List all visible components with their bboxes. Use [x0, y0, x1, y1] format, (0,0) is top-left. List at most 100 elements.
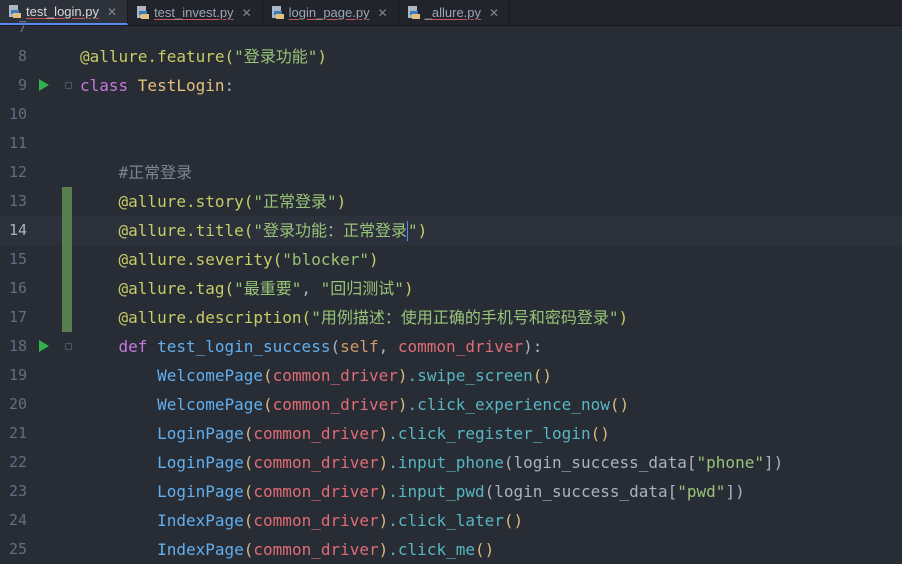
code-text: WelcomePage(common_driver).swipe_screen(…: [80, 361, 552, 390]
code-token: (login_success_data[: [503, 453, 697, 472]
code-token: .click_later: [388, 511, 504, 530]
code-token: ): [397, 366, 408, 385]
line-number: 21: [8, 424, 27, 442]
code-token: (: [243, 453, 254, 472]
line-number: 17: [8, 308, 27, 326]
code-token: @allure.title(: [80, 221, 254, 240]
code-line[interactable]: 14 @allure.title("登录功能：正常登录"): [0, 216, 902, 245]
code-line[interactable]: 13 @allure.story("正常登录"): [0, 187, 902, 216]
code-line[interactable]: 12 #正常登录: [0, 158, 902, 187]
code-token: "登录功能": [234, 47, 318, 66]
line-number: 10: [8, 105, 27, 123]
code-token: "正常登录": [253, 192, 337, 211]
code-editor[interactable]: 7 8 @allure.feature("登录功能") 9 class TestLogi…: [0, 18, 902, 564]
line-number: 16: [8, 279, 27, 297]
code-token: "最重要": [234, 279, 302, 298]
code-token: ]): [763, 453, 784, 472]
code-text: WelcomePage(common_driver).click_experie…: [80, 390, 629, 419]
code-line[interactable]: 22 LoginPage(common_driver).input_phone(…: [0, 448, 902, 477]
change-marker: [62, 245, 72, 274]
line-number: 9: [17, 76, 27, 94]
code-token: ): [378, 453, 389, 472]
change-marker: [62, 274, 72, 303]
code-line[interactable]: 8 @allure.feature("登录功能"): [0, 42, 902, 71]
code-token: (: [243, 511, 254, 530]
code-token: common_driver: [253, 540, 379, 559]
code-text: class TestLogin:: [80, 71, 234, 100]
code-text: LoginPage(common_driver).input_phone(log…: [80, 448, 783, 477]
code-line[interactable]: 7: [0, 13, 902, 42]
code-token: "phone": [696, 453, 764, 472]
code-token: (login_success_data[: [484, 482, 678, 501]
code-token: self: [340, 337, 379, 356]
change-marker: [62, 187, 72, 216]
code-token: .click_me: [388, 540, 475, 559]
code-line[interactable]: 25 IndexPage(common_driver).click_me(): [0, 535, 902, 564]
change-marker: [62, 303, 72, 332]
line-number: 14: [8, 221, 27, 239]
code-token: @allure.tag(: [80, 279, 235, 298]
code-token: (): [609, 395, 630, 414]
code-token: common_driver: [253, 453, 379, 472]
line-number: 15: [8, 250, 27, 268]
code-token: .click_register_login: [388, 424, 591, 443]
line-number: 22: [8, 453, 27, 471]
code-token: (: [263, 395, 273, 414]
code-token: ): [336, 192, 347, 211]
code-line[interactable]: 9 class TestLogin:: [0, 71, 902, 100]
code-text: LoginPage(common_driver).input_pwd(login…: [80, 477, 745, 506]
code-text: IndexPage(common_driver).click_later(): [80, 506, 523, 535]
code-token: IndexPage: [80, 540, 244, 559]
fold-gutter-icon[interactable]: [65, 82, 72, 89]
code-token: WelcomePage: [80, 366, 264, 385]
code-token: ): [378, 424, 389, 443]
code-line[interactable]: 10: [0, 100, 902, 129]
code-text: #正常登录: [80, 158, 193, 187]
code-line[interactable]: 11: [0, 129, 902, 158]
code-token: ): [378, 482, 389, 501]
code-token: .input_phone: [388, 453, 504, 472]
code-token: "blocker": [282, 250, 369, 269]
fold-gutter-icon[interactable]: [65, 343, 72, 350]
code-token: def: [80, 337, 158, 356]
code-line[interactable]: 16 @allure.tag("最重要", "回归测试"): [0, 274, 902, 303]
run-gutter-icon[interactable]: [39, 79, 49, 91]
code-token: (: [263, 366, 273, 385]
code-line[interactable]: 17 @allure.description("用例描述：使用正确的手机号和密码…: [0, 303, 902, 332]
code-token: #正常登录: [80, 163, 193, 182]
code-token: class: [80, 76, 138, 95]
line-number: 11: [8, 134, 27, 152]
code-token: .input_pwd: [388, 482, 485, 501]
code-line[interactable]: 20 WelcomePage(common_driver).click_expe…: [0, 390, 902, 419]
code-token: common_driver: [253, 511, 379, 530]
code-token: (: [243, 540, 254, 559]
line-number: 24: [8, 511, 27, 529]
code-text: IndexPage(common_driver).click_me(): [80, 535, 494, 564]
code-token: (): [503, 511, 524, 530]
code-token: TestLogin: [137, 76, 225, 95]
line-number: 20: [8, 395, 27, 413]
code-token: WelcomePage: [80, 395, 264, 414]
code-line[interactable]: 18 def test_login_success(self, common_d…: [0, 332, 902, 361]
code-token: .click_experience_now: [407, 395, 610, 414]
code-token: ): [369, 250, 379, 269]
code-line[interactable]: 21 LoginPage(common_driver).click_regist…: [0, 419, 902, 448]
code-line[interactable]: 24 IndexPage(common_driver).click_later(…: [0, 506, 902, 535]
code-token: common_driver: [253, 482, 379, 501]
code-token: (: [243, 424, 254, 443]
code-text: @allure.tag("最重要", "回归测试"): [80, 274, 414, 303]
code-token: @allure.feature(: [80, 47, 235, 66]
code-token: ): [397, 395, 408, 414]
line-number: 13: [8, 192, 27, 210]
code-token: ,: [301, 279, 321, 298]
code-text: @allure.description("用例描述：使用正确的手机号和密码登录"…: [80, 303, 629, 332]
line-number: 25: [8, 540, 27, 558]
code-line[interactable]: 23 LoginPage(common_driver).input_pwd(lo…: [0, 477, 902, 506]
code-token: (): [590, 424, 610, 443]
code-token: @allure.description(: [80, 308, 312, 327]
code-token: "用例描述：使用正确的手机号和密码登录": [311, 308, 619, 327]
line-number: 8: [17, 47, 27, 65]
code-line[interactable]: 19 WelcomePage(common_driver).swipe_scre…: [0, 361, 902, 390]
run-gutter-icon[interactable]: [39, 340, 49, 352]
code-line[interactable]: 15 @allure.severity("blocker"): [0, 245, 902, 274]
